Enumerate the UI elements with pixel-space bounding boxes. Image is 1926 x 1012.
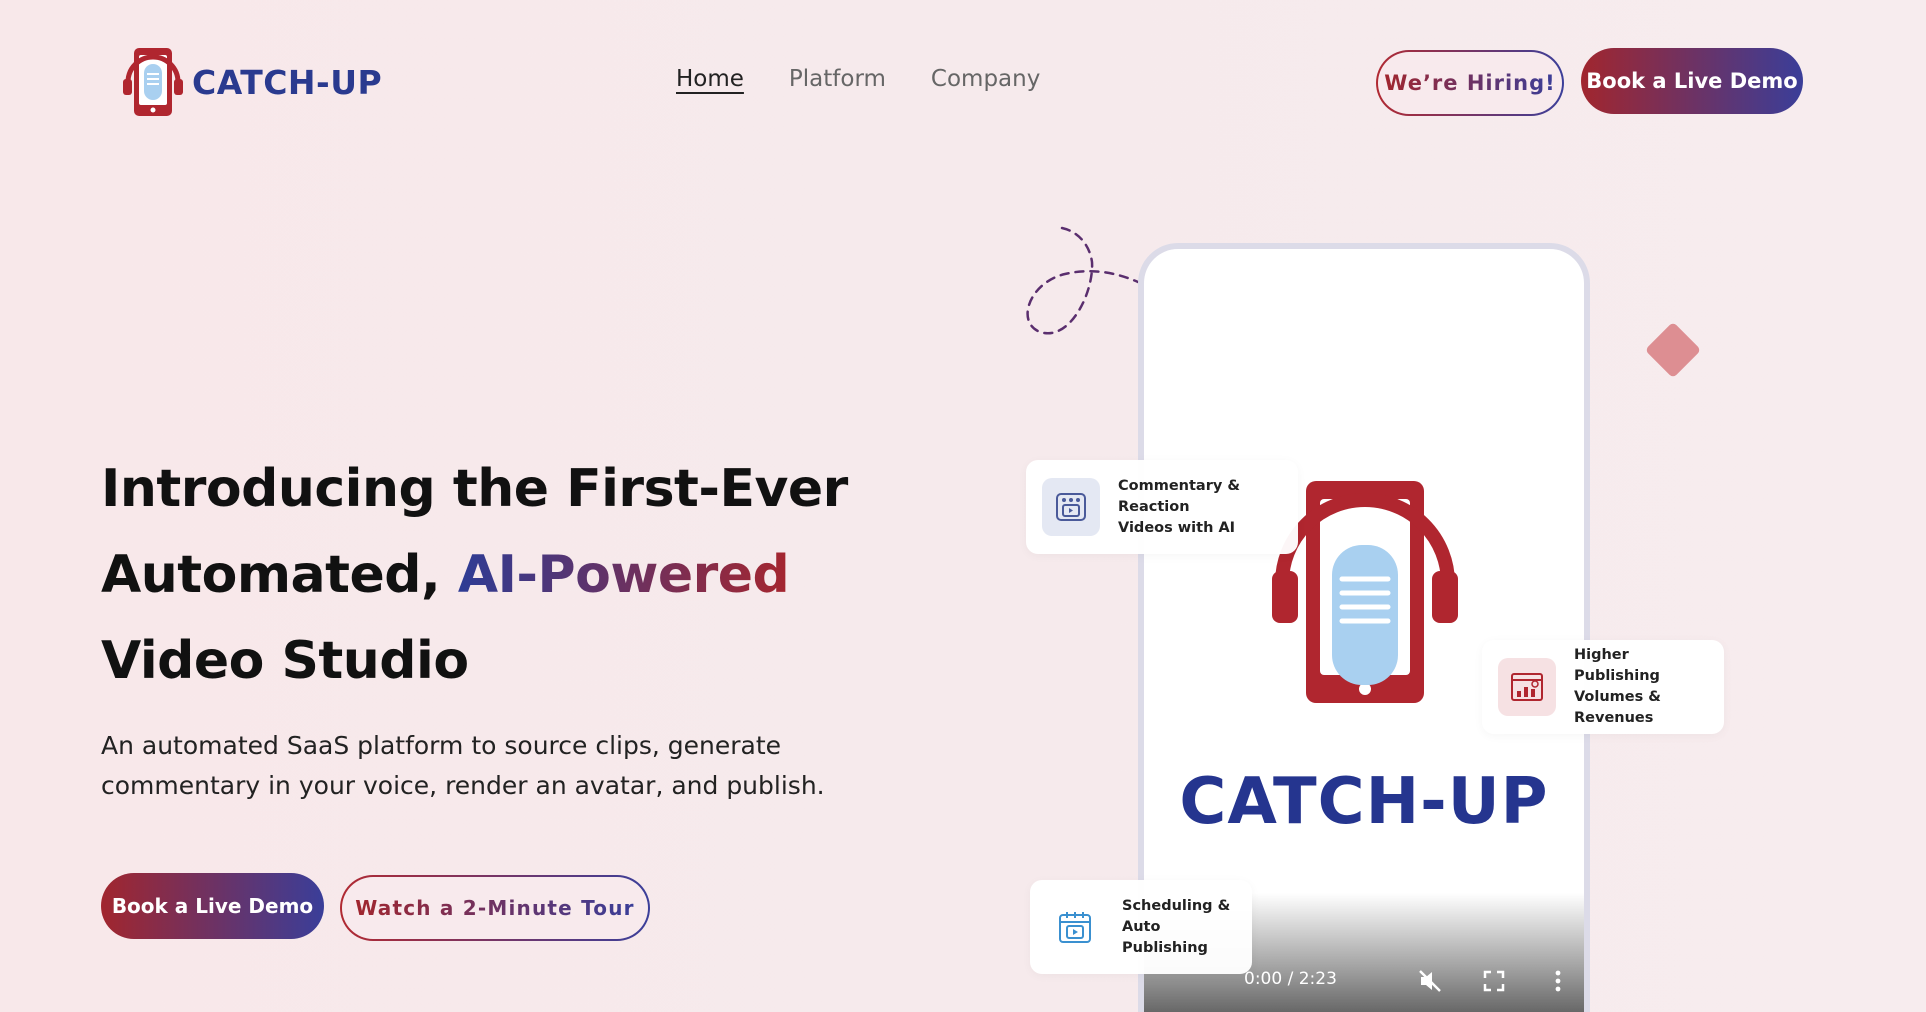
video-time: 0:00 / 2:23 <box>1244 969 1337 989</box>
video-brand-text: CATCH-UP <box>1179 765 1549 839</box>
feature-card-commentary: Commentary & Reaction Videos with AI <box>1026 460 1298 554</box>
podcast-phone-logo-icon <box>123 48 183 116</box>
brand-name: CATCH-UP <box>192 62 383 102</box>
watch-tour-button[interactable]: Watch a 2-Minute Tour <box>340 875 650 941</box>
nav-item-company[interactable]: Company <box>931 66 1040 92</box>
book-demo-hero-button[interactable]: Book a Live Demo <box>101 873 324 939</box>
nav-item-platform[interactable]: Platform <box>789 66 886 92</box>
calendar-video-icon <box>1046 898 1104 956</box>
feature-label-3a: Scheduling & <box>1122 897 1231 914</box>
revenue-chart-icon <box>1498 658 1556 716</box>
video-editor-icon <box>1042 478 1100 536</box>
watch-tour-label: Watch a 2-Minute Tour <box>355 896 635 920</box>
hiring-button-label: We’re Hiring! <box>1384 71 1556 95</box>
main-nav: Home Platform Company <box>676 66 1040 92</box>
hero-subtext: An automated SaaS platform to source cli… <box>101 731 825 800</box>
feature-label-2b: Volumes & Revenues <box>1574 689 1661 726</box>
headline-line-1: Introducing the First-Ever <box>101 459 848 519</box>
mute-icon[interactable] <box>1416 967 1444 995</box>
more-options-icon[interactable] <box>1544 967 1572 995</box>
hiring-button[interactable]: We’re Hiring! <box>1376 50 1564 116</box>
headline-line-3: Video Studio <box>101 631 469 691</box>
feature-label-3b: Auto Publishing <box>1122 918 1208 956</box>
feature-label-1b: Videos with AI <box>1118 519 1236 536</box>
feature-card-scheduling: Scheduling & Auto Publishing <box>1030 880 1252 974</box>
feature-card-publishing: Higher Publishing Volumes & Revenues <box>1482 640 1724 734</box>
fullscreen-icon[interactable] <box>1480 967 1508 995</box>
hero-headline: Introducing the First-Ever Automated, AI… <box>101 446 881 704</box>
diamond-decoration <box>1644 321 1702 379</box>
feature-label-2a: Higher Publishing <box>1574 647 1660 684</box>
headline-accent: AI-Powered <box>457 545 790 605</box>
headline-line-2: Automated, <box>101 545 458 605</box>
feature-label-1a: Commentary & Reaction <box>1118 477 1240 515</box>
brand-logo[interactable]: CATCH-UP <box>120 44 382 120</box>
nav-item-home[interactable]: Home <box>676 66 744 92</box>
book-demo-header-button[interactable]: Book a Live Demo <box>1581 48 1803 114</box>
dashed-swirl-decoration <box>1026 226 1140 335</box>
